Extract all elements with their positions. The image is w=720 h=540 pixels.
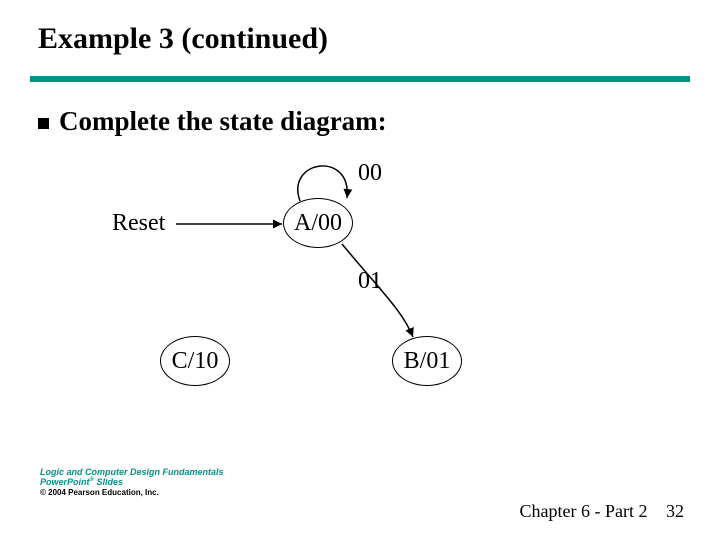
reset-label: Reset	[112, 210, 165, 237]
state-A-label: A/00	[294, 210, 342, 237]
footer-logo: Logic and Computer Design Fundamentals P…	[40, 467, 240, 498]
chapter-label: Chapter 6 - Part 2	[520, 501, 648, 521]
state-B-label: B/01	[404, 348, 451, 375]
state-C-label: C/10	[172, 348, 219, 375]
page-number: 32	[666, 501, 684, 522]
footer-logo-line2b: Slides	[94, 477, 123, 487]
footer-logo-line3: © 2004 Pearson Education, Inc.	[40, 488, 240, 498]
state-B: B/01	[392, 336, 462, 386]
edge-label-A-to-B: 01	[358, 268, 382, 295]
state-C: C/10	[160, 336, 230, 386]
bullet-text: Complete the state diagram:	[59, 106, 387, 137]
edge-A-self-loop	[298, 166, 347, 201]
footer-right: Chapter 6 - Part 2 32	[520, 501, 684, 522]
edge-label-selfloop: 00	[358, 160, 382, 187]
bullet-square-icon	[38, 118, 49, 129]
bullet-row: Complete the state diagram:	[38, 106, 387, 137]
state-A: A/00	[283, 198, 353, 248]
footer-logo-line2a: PowerPoint	[40, 477, 90, 487]
footer-logo-line1: Logic and Computer Design Fundamentals	[40, 467, 240, 477]
title-divider	[30, 76, 690, 82]
footer-logo-line2: PowerPoint® Slides	[40, 477, 240, 487]
slide-title: Example 3 (continued)	[38, 22, 328, 56]
